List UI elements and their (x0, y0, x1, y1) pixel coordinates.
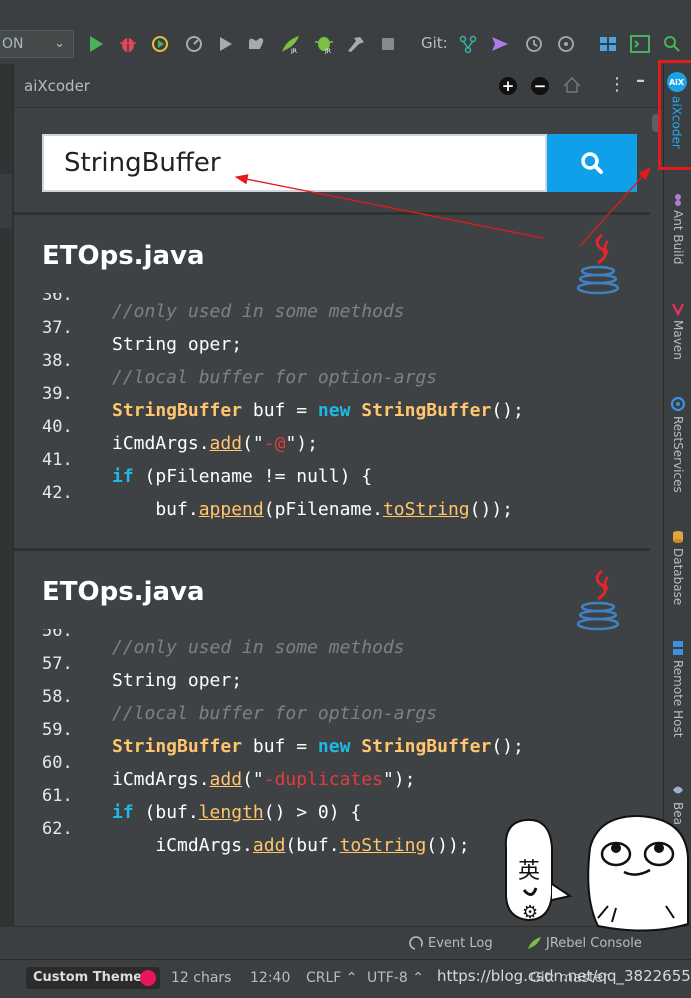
svg-text:JR: JR (324, 48, 331, 54)
search-bar (42, 134, 637, 192)
code-line: 36. //only used in some methods (42, 293, 405, 322)
plus-icon[interactable]: + (499, 77, 517, 95)
result-card[interactable]: ETOps.java 36. //only used in some metho… (14, 212, 650, 548)
git-push-icon[interactable] (490, 34, 510, 54)
java-icon (576, 233, 620, 295)
left-gutter-marker (0, 174, 12, 228)
git-label: Git: (421, 34, 448, 52)
code-snippet: 36. //only used in some methods 37. Stri… (42, 293, 622, 537)
bean-icon (673, 786, 683, 794)
code-line: 56. //only used in some methods (42, 629, 405, 658)
panel-title: aiXcoder (24, 77, 90, 95)
panel-content: ETOps.java 36. //only used in some metho… (14, 108, 663, 926)
results-scrollbar[interactable] (650, 108, 663, 926)
code-line: 57. String oper; (42, 654, 243, 691)
ant-icon (675, 194, 681, 206)
run-configuration-label: ON (2, 36, 24, 52)
debug-icon[interactable] (118, 34, 138, 54)
coverage-icon[interactable] (150, 34, 170, 54)
custom-theme-button[interactable]: Custom Theme (26, 967, 160, 989)
git-branch-icon[interactable] (458, 34, 478, 54)
tab-label: Remote Host (671, 660, 685, 738)
code-line: 60. iCmdArgs.add("-duplicates"); (42, 753, 416, 790)
caret-position[interactable]: 12:40 (250, 970, 290, 986)
run-configuration-select[interactable]: ON ⌄ (0, 30, 74, 58)
search-button[interactable] (547, 134, 637, 192)
tab-remote-host[interactable]: Remote Host (664, 640, 691, 737)
tab-label: Ant Build (671, 210, 685, 265)
more-options-icon[interactable]: ⋮ (608, 74, 626, 95)
code-line: 41. if (pFilename != null) { (42, 450, 373, 487)
run-next-icon[interactable] (216, 34, 236, 54)
code-line: 38. //local buffer for option-args (42, 351, 438, 388)
stop-icon[interactable] (378, 34, 398, 54)
file-encoding[interactable]: UTF-8 ⌃ (367, 970, 424, 986)
tab-label: aiXcoder (669, 96, 684, 149)
svg-text:JR: JR (290, 48, 297, 54)
search-icon[interactable] (662, 34, 682, 54)
tab-label: Database (671, 548, 685, 606)
jrebel-run-icon[interactable]: JR (280, 34, 300, 54)
structure-icon[interactable] (598, 34, 618, 54)
aixcoder-icon: AiX (666, 72, 687, 92)
code-line: 40. iCmdArgs.add("-@"); (42, 417, 318, 454)
event-log-icon (409, 936, 423, 950)
custom-theme-label: Custom Theme (33, 970, 143, 985)
profile-icon[interactable] (184, 34, 204, 54)
run-icon[interactable] (86, 34, 106, 54)
database-icon (673, 531, 683, 543)
panel-header: aiXcoder + − ⋮ – (14, 64, 663, 108)
code-line: 59. StringBuffer buf = new StringBuffer(… (42, 720, 524, 757)
result-file-name: ETOps.java (42, 241, 205, 271)
java-icon (576, 569, 620, 631)
rollback-icon[interactable] (556, 34, 576, 54)
event-log-label: Event Log (428, 935, 493, 951)
line-separator[interactable]: CRLF ⌃ (306, 970, 358, 986)
right-tool-strip: AiX aiXcoder Ant Build Maven RestService… (658, 60, 691, 926)
svg-text:⚙: ⚙ (522, 902, 538, 923)
tab-aixcoder[interactable]: AiX aiXcoder (658, 60, 691, 170)
rest-icon (670, 396, 686, 412)
left-gutter (0, 64, 14, 926)
minus-icon[interactable]: − (531, 77, 549, 95)
home-icon[interactable] (563, 76, 581, 98)
minimize-icon[interactable]: – (636, 70, 645, 91)
theme-color-dot (140, 970, 156, 986)
result-file-name: ETOps.java (42, 577, 205, 607)
watermark-url: https://blog.csdn.net/qq_38226558 (437, 967, 691, 985)
search-input[interactable] (42, 134, 547, 192)
aixcoder-panel: aiXcoder + − ⋮ – ETOps.java (14, 64, 663, 926)
tab-ant-build[interactable]: Ant Build (664, 192, 691, 264)
search-icon (581, 152, 603, 174)
remote-host-icon (673, 641, 683, 655)
main-toolbar: ON ⌄ JR JR Git: (0, 0, 691, 64)
event-log-button[interactable]: Event Log (408, 935, 493, 951)
history-icon[interactable] (524, 34, 544, 54)
tab-label: Maven (671, 320, 685, 360)
maven-icon (671, 303, 685, 316)
sticker-text: 英 (518, 859, 540, 884)
code-line: 37. String oper; (42, 318, 243, 355)
code-line: 42. buf.append(pFilename.toString()); (42, 483, 514, 520)
jrebel-debug-icon[interactable]: JR (314, 34, 334, 54)
tab-database[interactable]: Database (664, 530, 691, 605)
tab-maven[interactable]: Maven (664, 302, 691, 360)
tab-label: RestServices (671, 416, 685, 493)
selection-chars: 12 chars (171, 970, 232, 986)
hammer-icon[interactable] (346, 34, 366, 54)
chevron-down-icon: ⌄ (54, 36, 65, 51)
terminal-icon[interactable] (630, 34, 650, 54)
code-line: 58. //local buffer for option-args (42, 687, 438, 724)
attach-icon[interactable] (246, 34, 266, 54)
meme-sticker: 英 ⚙ (504, 814, 689, 932)
code-line: 39. StringBuffer buf = new StringBuffer(… (42, 384, 524, 421)
tab-restservices[interactable]: RestServices (664, 396, 691, 493)
